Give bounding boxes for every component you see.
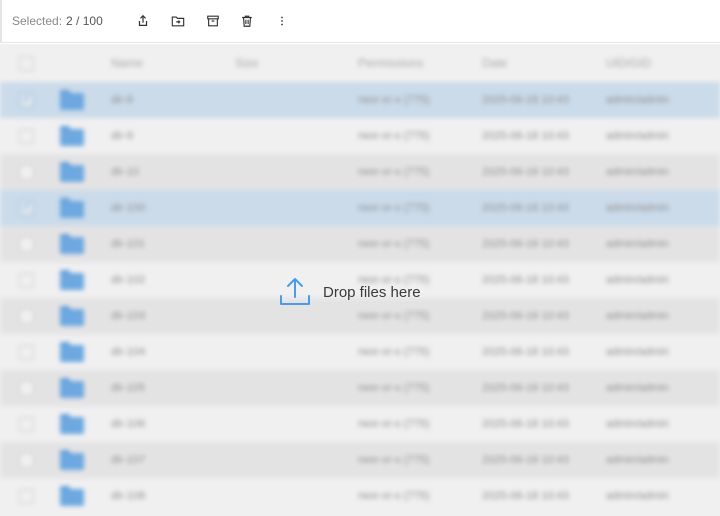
drop-zone[interactable]: Drop files here: [278, 275, 421, 309]
selection-toolbar: Selected: 2 / 100: [0, 0, 720, 43]
selected-count: 2 / 100: [66, 14, 103, 28]
more-options-button[interactable]: [272, 11, 292, 31]
delete-icon: [242, 15, 252, 27]
archive-button[interactable]: [203, 11, 223, 31]
move-to-folder-button[interactable]: [168, 11, 188, 31]
selected-label: Selected:: [12, 14, 63, 28]
share-button[interactable]: [133, 11, 153, 31]
share-icon: [138, 14, 148, 26]
upload-icon: [280, 278, 310, 305]
more-options-icon: [281, 16, 283, 26]
delete-button[interactable]: [237, 11, 257, 31]
archive-icon: [207, 15, 219, 27]
drop-files-text: Drop files here: [323, 283, 421, 301]
move-to-folder-icon: [171, 16, 185, 27]
